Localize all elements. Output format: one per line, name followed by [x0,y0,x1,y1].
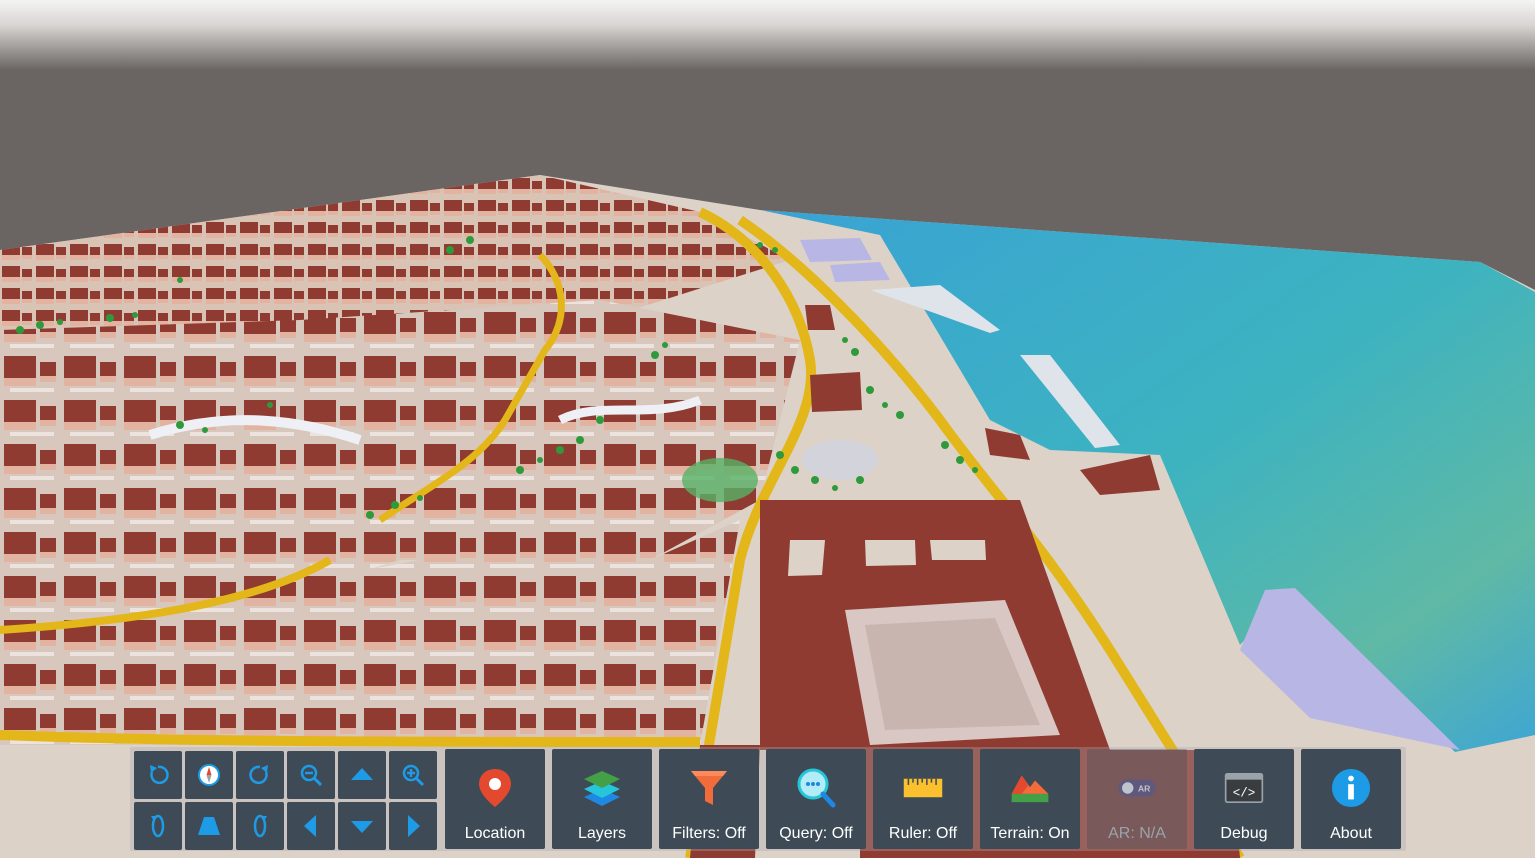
rotate-right-icon [249,765,268,785]
code-window-icon: </> [1224,767,1264,809]
zoom-out-icon [300,764,323,787]
compass-button[interactable] [185,751,233,799]
rotate-left-icon [150,765,169,785]
query-button[interactable]: Query: Off [766,749,866,849]
filters-button[interactable]: Filters: Off [659,749,759,849]
layers-icon [582,767,622,809]
arrow-right-icon [408,815,420,837]
filters-label: Filters: Off [672,825,746,842]
mountain-icon [1010,767,1050,809]
terrain-button[interactable]: Terrain: On [980,749,1080,849]
layers-button[interactable]: Layers [552,749,652,849]
location-label: Location [464,825,526,842]
map-toolbar: Location Layers Filters: Off Query: Off … [130,747,1406,851]
ruler-button[interactable]: Ruler: Off [873,749,973,849]
about-button[interactable]: About [1301,749,1401,849]
terrain-label: Terrain: On [990,825,1070,842]
zoom-in-button[interactable] [389,751,437,799]
pan-up-button[interactable] [338,751,386,799]
ar-label: AR: N/A [1108,825,1166,842]
tilt-button[interactable] [185,802,233,850]
map-viewport[interactable] [0,0,1535,858]
arrow-down-icon [351,821,373,833]
pan-left-button[interactable] [287,802,335,850]
ar-badge: AR [1138,784,1151,794]
pan-right-button[interactable] [389,802,437,850]
orbit-left-icon [151,814,165,838]
search-icon [796,767,836,809]
layers-label: Layers [577,825,627,842]
map-pin-icon [475,767,515,809]
query-label: Query: Off [779,825,853,842]
arrow-left-icon [304,815,316,837]
orbit-right-icon [253,814,267,838]
info-icon [1331,767,1371,809]
ruler-icon [903,767,943,809]
svg-text:</>: </> [1233,786,1256,800]
zoom-in-icon [402,764,425,787]
trapezoid-icon [198,817,220,835]
orbit-right-button[interactable] [236,802,284,850]
rotate-right-button[interactable] [236,751,284,799]
ar-toggle-icon: AR [1117,767,1157,809]
navigation-controls [132,749,440,850]
orbit-left-button[interactable] [134,802,182,850]
location-button[interactable]: Location [445,749,545,849]
pan-down-button[interactable] [338,802,386,850]
debug-button[interactable]: </> Debug [1194,749,1294,849]
ruler-label: Ruler: Off [888,825,958,842]
rotate-left-button[interactable] [134,751,182,799]
debug-label: Debug [1220,825,1268,842]
arrow-up-icon [351,768,373,780]
about-label: About [1330,825,1372,842]
compass-icon [198,764,220,786]
zoom-out-button[interactable] [287,751,335,799]
ar-button[interactable]: AR AR: N/A [1087,749,1187,849]
funnel-icon [689,767,729,809]
